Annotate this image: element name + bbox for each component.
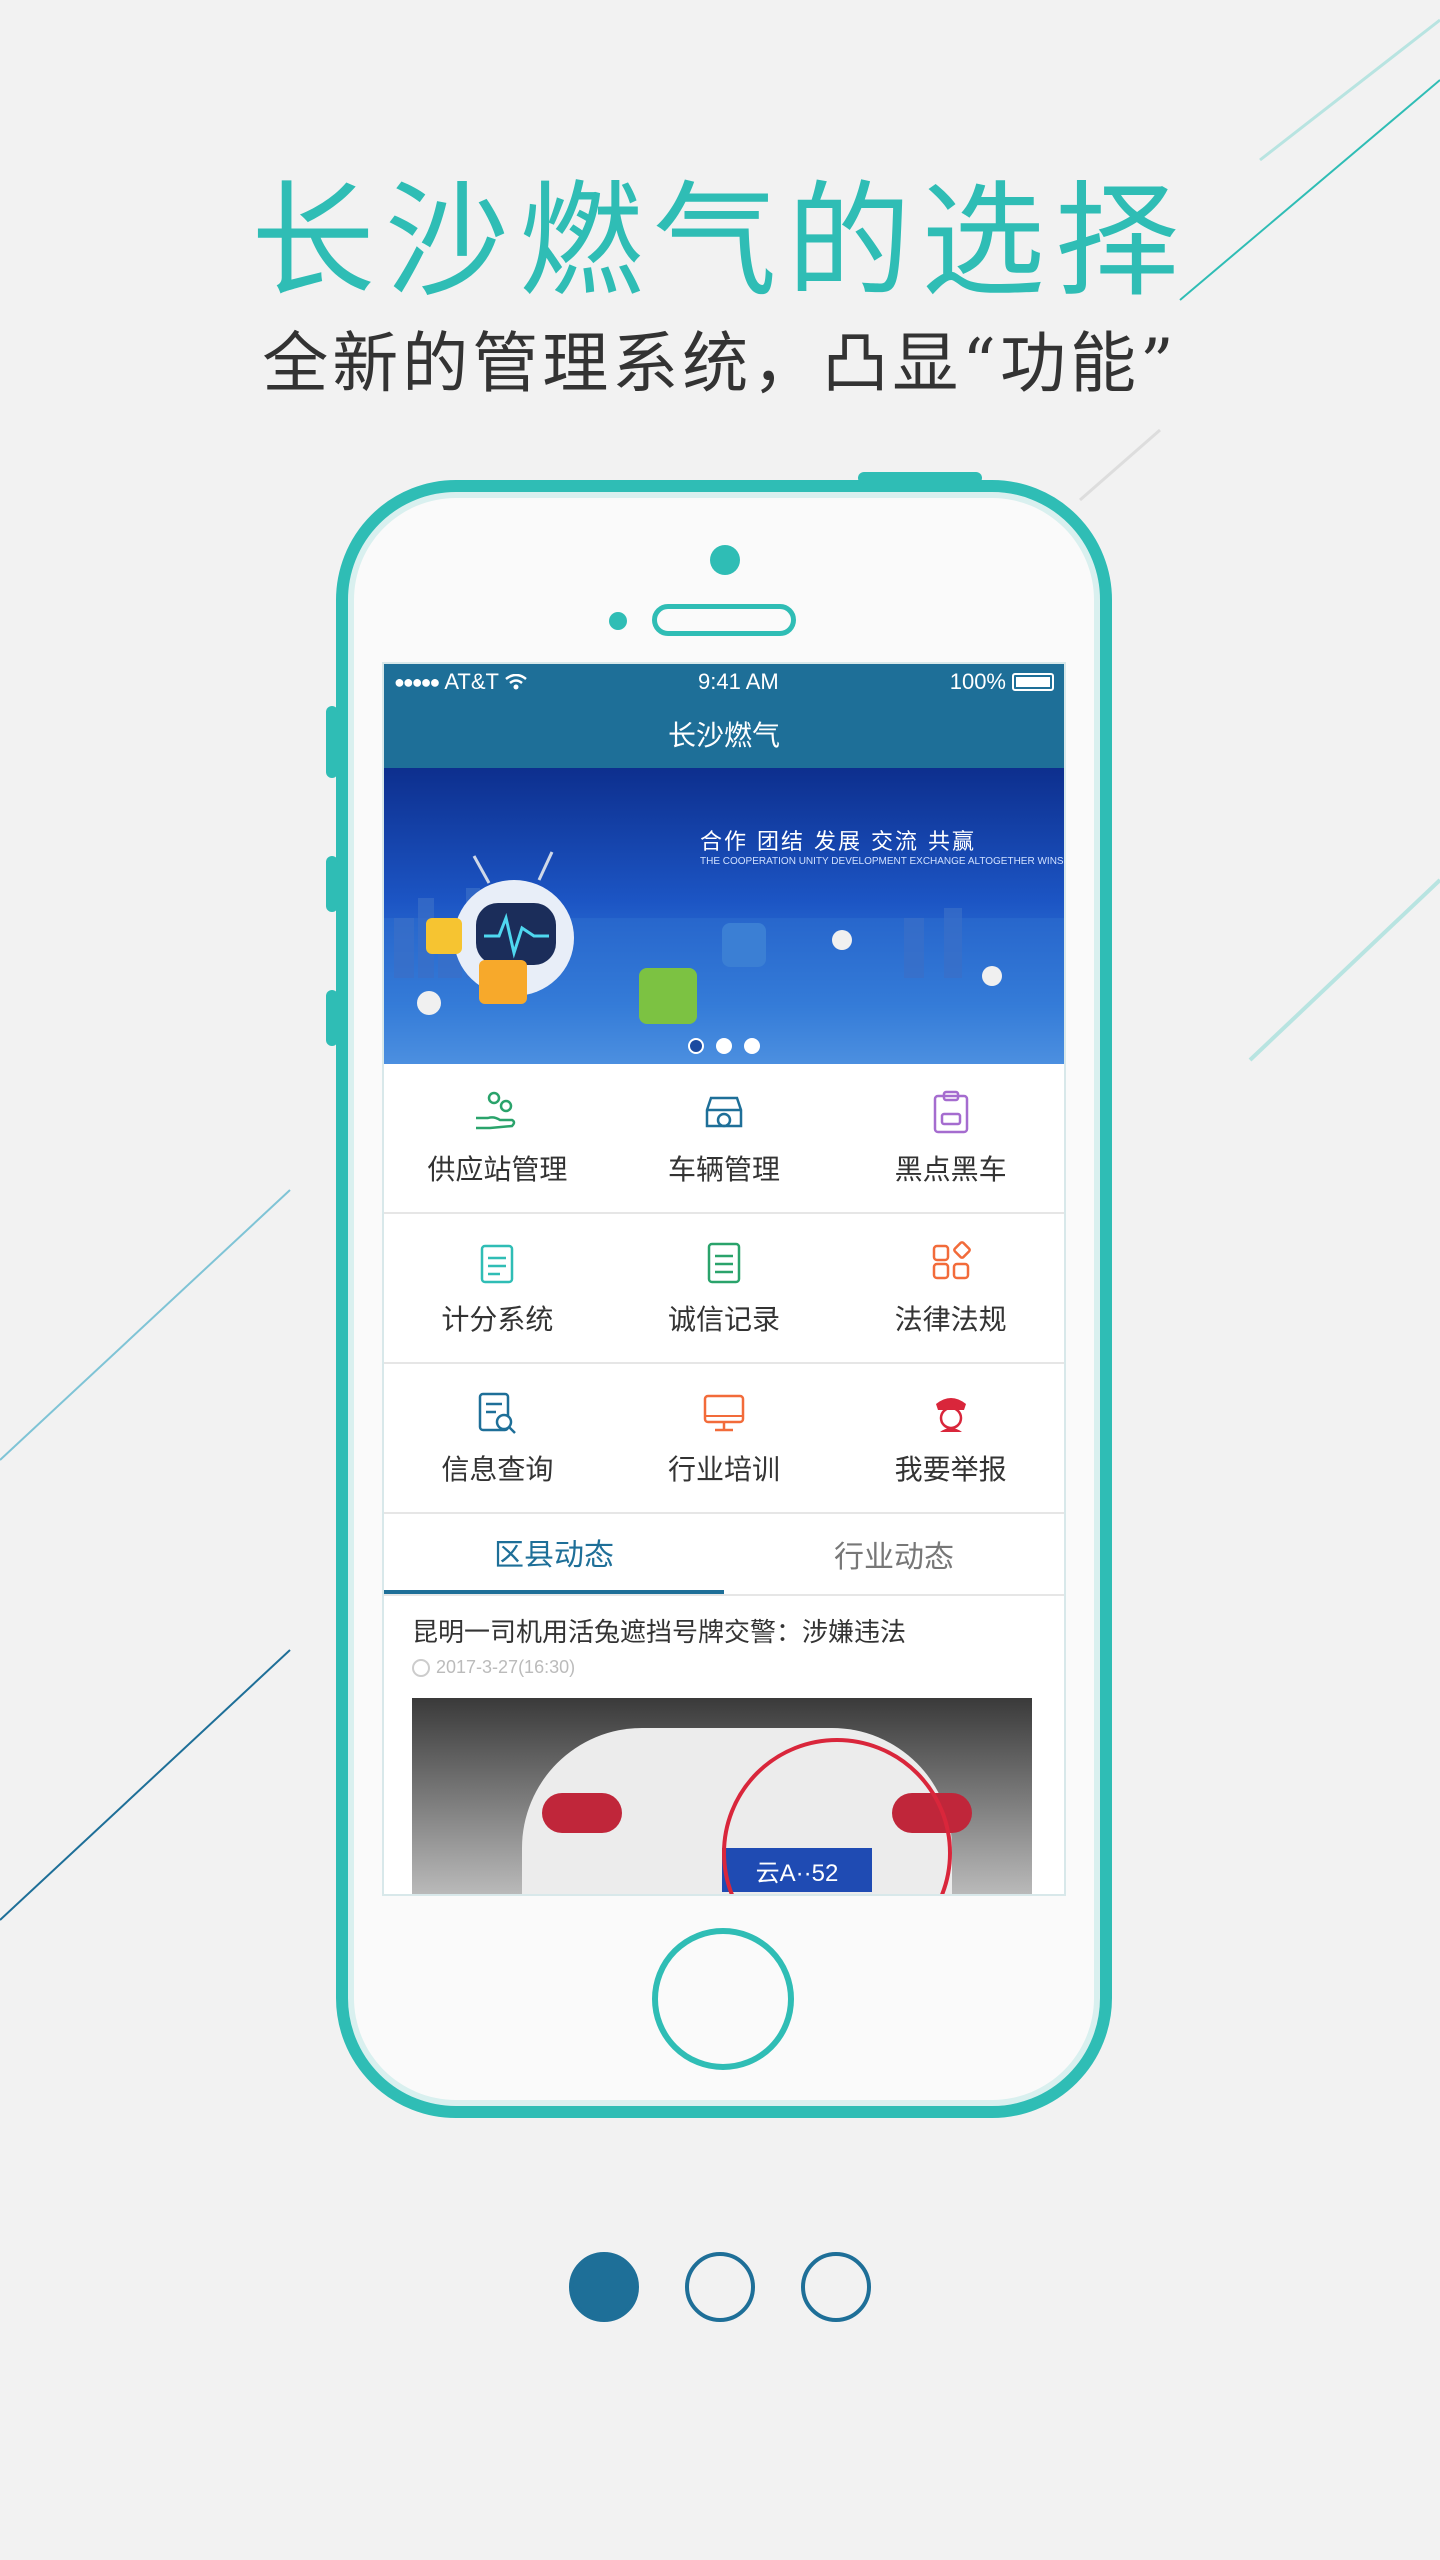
tab-industry-news[interactable]: 行业动态 (724, 1514, 1064, 1594)
page-dot[interactable] (569, 2252, 639, 2322)
tab-district-news[interactable]: 区县动态 (384, 1514, 724, 1594)
news-image: 云A··52 (412, 1698, 1032, 1894)
headline: 长沙燃气的选择 (250, 170, 1189, 314)
menu-item-vehicle[interactable]: 车辆管理 (610, 1064, 838, 1214)
menu-item-laws[interactable]: 法律法规 (837, 1214, 1064, 1364)
banner-dot[interactable] (688, 1038, 704, 1054)
banner-carousel[interactable]: 合作 团结 发展 交流 共赢 THE COOPERATION UNITY DEV… (384, 768, 1064, 1064)
menu-item-blackspot[interactable]: 黑点黑车 (837, 1064, 1064, 1214)
apps-grid-icon (932, 1241, 971, 1280)
document-list-icon (707, 1242, 741, 1284)
search-document-icon (479, 1392, 517, 1434)
sensor-dot (609, 612, 627, 630)
battery-percent: 100% (949, 669, 1006, 694)
menu-item-supply-station[interactable]: 供应站管理 (384, 1064, 611, 1214)
car-icon (705, 1096, 743, 1128)
menu-label: 诚信记录 (667, 1303, 780, 1336)
tail-light (542, 1793, 622, 1833)
menu-label: 信息查询 (441, 1453, 554, 1486)
banner-page-indicator (384, 1038, 1064, 1054)
menu-item-training[interactable]: 行业培训 (610, 1364, 838, 1514)
menu-label: 供应站管理 (427, 1153, 568, 1186)
clipboard-car-icon (933, 1090, 968, 1134)
wifi-icon (505, 674, 527, 690)
menu-label: 车辆管理 (667, 1153, 780, 1186)
menu-item-info-query[interactable]: 信息查询 (384, 1364, 611, 1514)
menu-label: 计分系统 (441, 1303, 554, 1336)
banner-illustration (384, 851, 1064, 1064)
menu-item-report[interactable]: 我要举报 (837, 1364, 1064, 1514)
signal-icon: ●●●●● (394, 671, 440, 692)
nav-title: 长沙燃气 (667, 719, 780, 752)
score-notepad-icon (481, 1244, 514, 1284)
news-title: 昆明一司机用活兔遮挡号牌交警：涉嫌违法 (412, 1618, 907, 1648)
clock-label: 9:41 AM (697, 669, 779, 694)
feature-grid: 供应站管理 车辆管理 黑点黑车 计分系统 诚信记录 法律法规 信息查询 行业培训… (384, 1064, 1064, 1514)
menu-label: 我要举报 (894, 1453, 1007, 1486)
clock-icon (412, 1658, 430, 1677)
nav-bar: 长沙燃气 (384, 700, 1064, 768)
news-time-label: 2017-3-27(16:30) (436, 1657, 576, 1677)
banner-dot[interactable] (744, 1038, 760, 1054)
banner-dot[interactable] (716, 1038, 732, 1054)
speaker-slot (652, 604, 796, 636)
carrier-label: AT&T (444, 669, 499, 694)
subheadline: 全新的管理系统，凸显“功能” (262, 325, 1178, 402)
phone-volume-up (326, 856, 338, 912)
hand-coins-icon (476, 1091, 516, 1130)
menu-label: 黑点黑车 (894, 1153, 1007, 1186)
page-dot[interactable] (685, 2252, 755, 2322)
status-bar: ●●●●● AT&T 9:41 AM 100% (384, 664, 1064, 700)
phone-volume-down (326, 990, 338, 1046)
phone-screen: ●●●●● AT&T 9:41 AM 100% 长沙燃气 合作 团结 发展 交流… (382, 662, 1066, 1896)
phone-top-button (858, 472, 982, 484)
news-tabs: 区县动态 行业动态 (384, 1514, 1064, 1596)
news-item[interactable]: 昆明一司机用活兔遮挡号牌交警：涉嫌违法 2017-3-27(16:30) 云A·… (384, 1596, 1064, 1894)
camera-icon (710, 545, 740, 575)
menu-item-scoring[interactable]: 计分系统 (384, 1214, 611, 1364)
page-indicator (0, 2252, 1440, 2322)
phone-mute-switch (326, 706, 338, 778)
menu-item-credit-record[interactable]: 诚信记录 (610, 1214, 838, 1364)
home-button[interactable] (652, 1928, 794, 2070)
monitor-icon (703, 1394, 745, 1432)
police-icon (935, 1398, 966, 1432)
banner-title: 合作 团结 发展 交流 共赢 (700, 830, 976, 855)
page-dot[interactable] (801, 2252, 871, 2322)
menu-label: 行业培训 (667, 1453, 780, 1486)
banner-subtitle: THE COOPERATION UNITY DEVELOPMENT EXCHAN… (700, 856, 1064, 867)
battery-icon (1012, 673, 1054, 691)
news-time: 2017-3-27(16:30) (412, 1657, 1036, 1678)
menu-label: 法律法规 (894, 1303, 1007, 1336)
